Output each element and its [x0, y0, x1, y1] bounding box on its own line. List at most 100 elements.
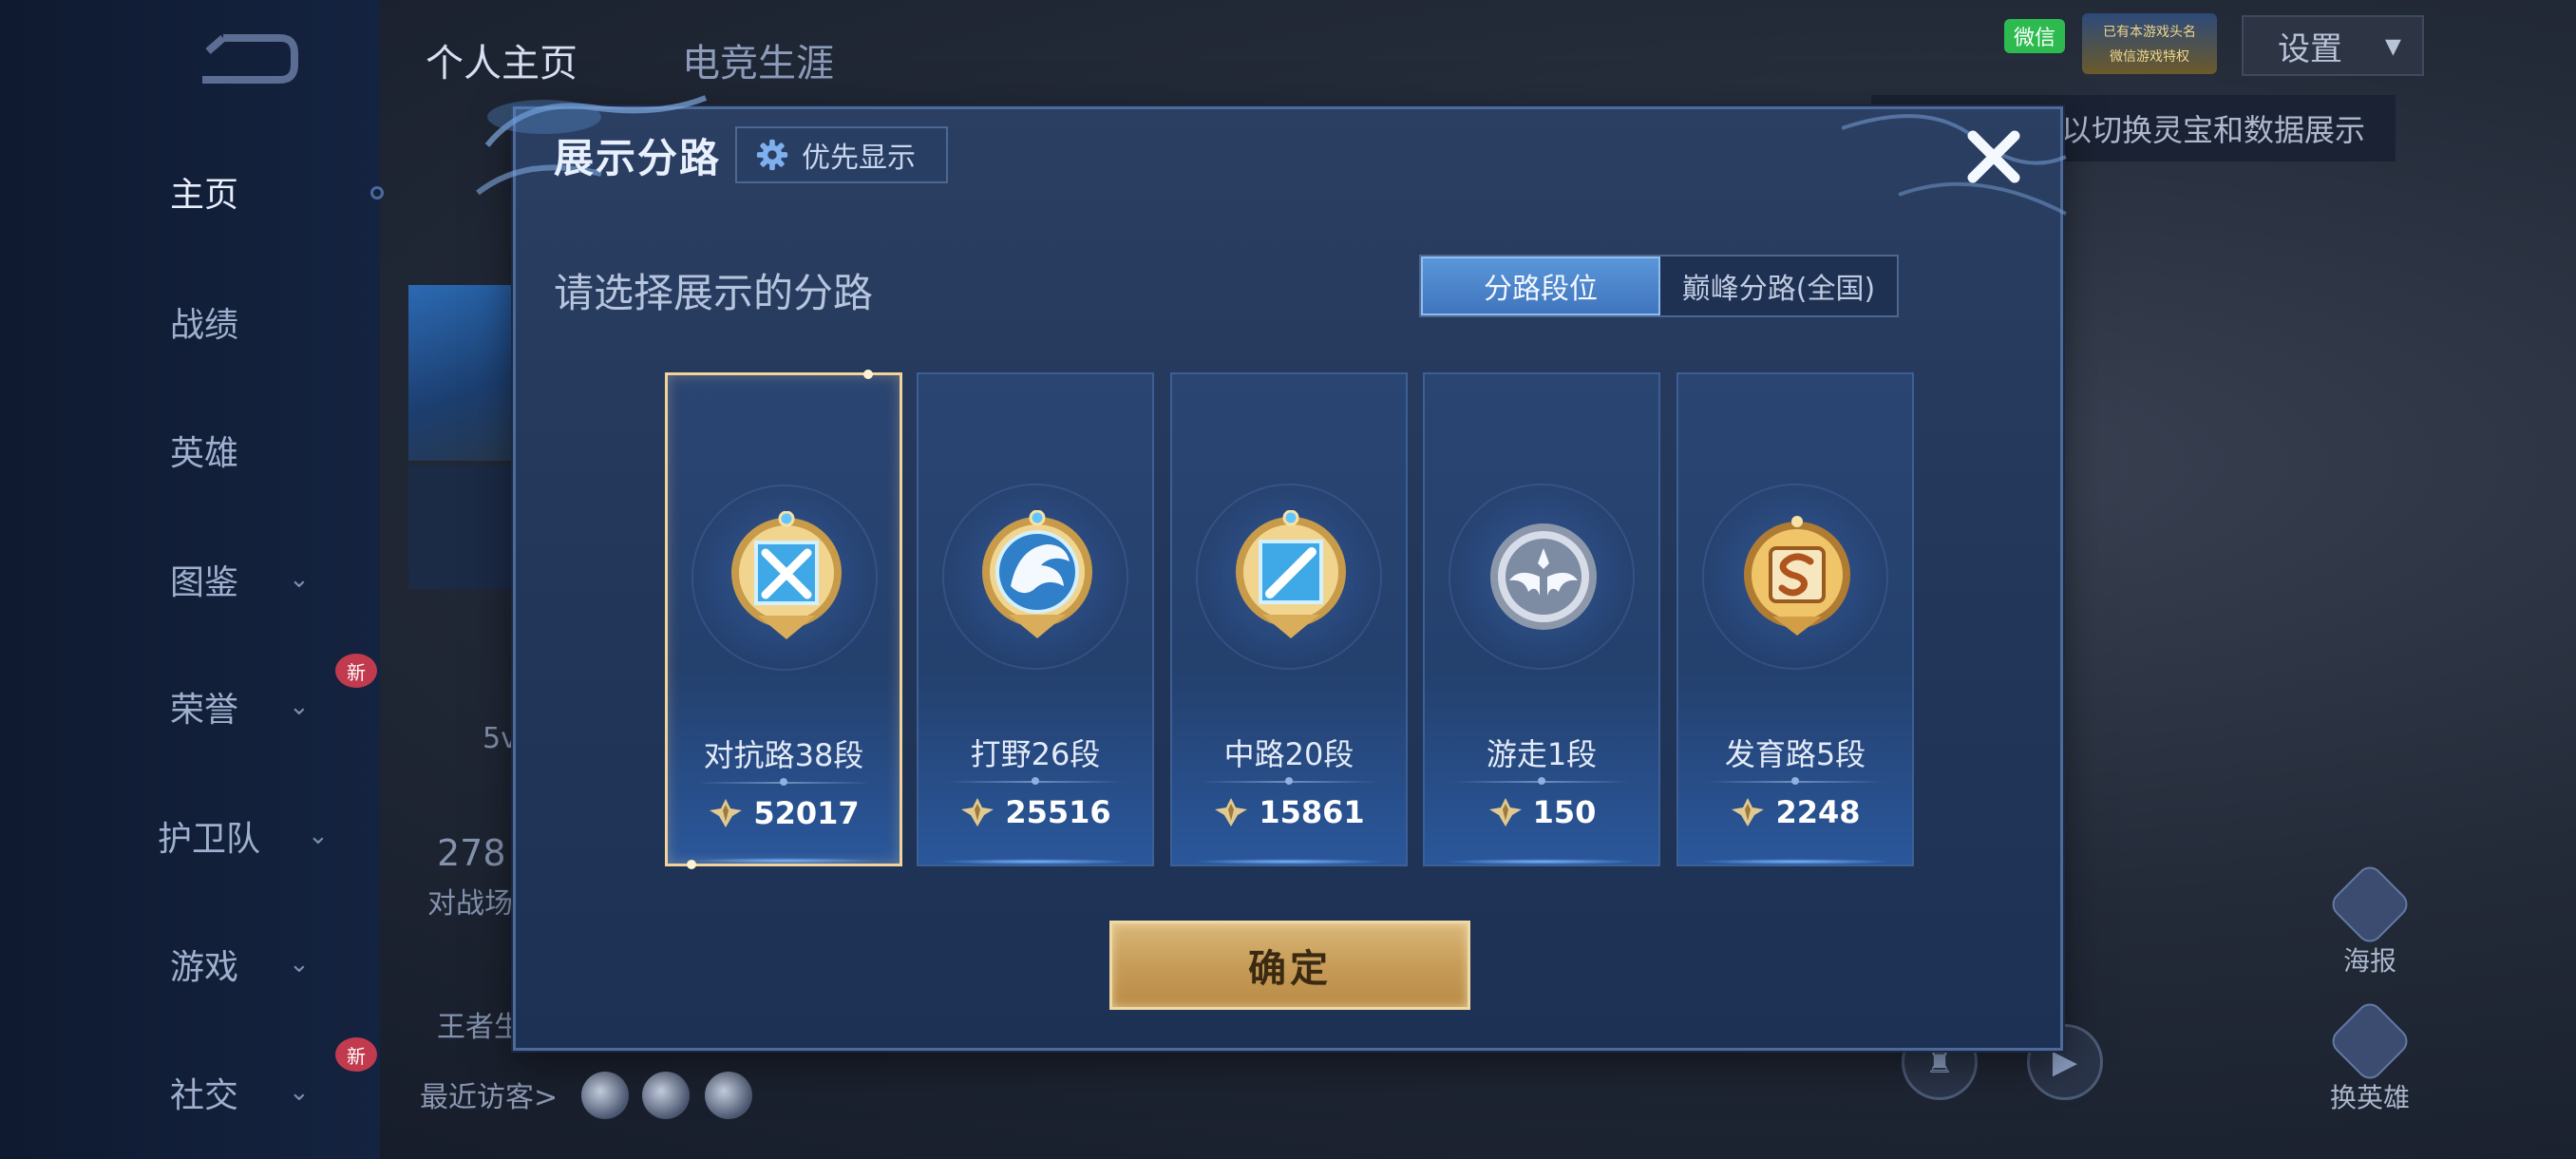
lane-card-jungle[interactable]: 打野26段 25516 — [917, 372, 1154, 866]
partial-text: 对战场 — [427, 887, 513, 921]
power-icon — [1732, 798, 1765, 826]
confirm-button[interactable]: 确定 — [1109, 921, 1470, 1010]
card-divider — [1707, 777, 1884, 785]
new-badge: 新 — [335, 1037, 377, 1072]
toggle-lane-rank[interactable]: 分路段位 — [1421, 256, 1660, 315]
settings-button[interactable]: 设置 ▾ — [2242, 15, 2424, 76]
sidebar-item-label: 荣誉 — [169, 691, 238, 730]
dialog-title: 展示分路 — [554, 135, 722, 181]
sidebar-item-home[interactable]: 主页 — [161, 163, 351, 220]
visitor-avatar[interactable] — [705, 1072, 752, 1119]
card-glow — [1191, 859, 1387, 864]
sidebar-item-honor[interactable]: 荣誉 ⌄ — [161, 678, 351, 735]
poster-button[interactable]: 海报 — [2326, 861, 2414, 978]
chevron-down-icon: ⌄ — [289, 950, 310, 978]
sidebar-item-guard[interactable]: 护卫队 ⌄ — [152, 808, 342, 864]
change-hero-button[interactable]: 换英雄 — [2326, 998, 2414, 1115]
tab-profile[interactable]: 个人主页 — [426, 32, 578, 87]
lane-score-value: 52017 — [753, 795, 860, 831]
new-badge: 新 — [335, 654, 377, 688]
power-icon — [1488, 798, 1522, 826]
partial-text: 278 — [437, 832, 506, 874]
promo-line: 微信游戏特权 — [2110, 49, 2189, 65]
sidebar-item-label: 社交 — [169, 1076, 238, 1115]
poster-label: 海报 — [2342, 945, 2396, 977]
tab-esports-career[interactable]: 电竞生涯 — [682, 32, 834, 87]
mid-lane-badge-icon — [1236, 510, 1346, 638]
lane-card-mid[interactable]: 中路20段 15861 — [1170, 372, 1408, 866]
lane-card-clash[interactable]: 对抗路38段 52017 — [665, 370, 902, 869]
lane-score: 15861 — [1172, 794, 1406, 830]
sidebar-item-social[interactable]: 社交 ⌄ — [161, 1064, 351, 1121]
lane-rank-label: 游走1段 — [1486, 736, 1598, 772]
chevron-down-icon: ▾ — [2384, 27, 2401, 65]
sidebar-item-label: 英雄 — [169, 434, 238, 473]
power-icon — [961, 798, 994, 826]
gear-icon — [756, 139, 788, 171]
corner-dot-icon — [863, 370, 873, 379]
card-glow — [687, 858, 881, 864]
display-mode-toggle: 分路段位 巅峰分路(全国) — [1419, 255, 1899, 317]
sidebar-item-label: 主页 — [169, 176, 238, 215]
lane-card-farm[interactable]: 发育路5段 2248 — [1676, 372, 1914, 866]
card-divider — [696, 778, 871, 786]
background-hero-panel — [408, 285, 522, 461]
card-glow — [1697, 859, 1893, 864]
lane-select-prompt: 请选择展示的分路 — [554, 270, 874, 316]
lane-score-value: 2248 — [1775, 794, 1861, 830]
sidebar-item-codex[interactable]: 图鉴 ⌄ — [161, 551, 351, 608]
sidebar-item-label: 图鉴 — [169, 563, 238, 602]
chevron-down-icon: ⌄ — [289, 1078, 310, 1107]
chevron-down-icon: ⌄ — [308, 822, 329, 850]
change-hero-label: 换英雄 — [2329, 1082, 2410, 1113]
close-icon — [1967, 130, 2020, 183]
partial-text: 王者生 — [437, 1011, 522, 1044]
chevron-down-icon: ⌄ — [289, 565, 310, 594]
sidebar-item-label: 游戏 — [169, 948, 238, 987]
lane-rank-label: 打野26段 — [970, 736, 1101, 772]
toggle-peak-lane-national[interactable]: 巅峰分路(全国) — [1660, 256, 1897, 315]
lane-score: 25516 — [919, 794, 1152, 830]
back-icon[interactable] — [195, 30, 299, 87]
clash-lane-badge-icon — [731, 511, 842, 639]
priority-display-label: 优先显示 — [802, 142, 916, 175]
settings-label: 设置 — [2278, 29, 2342, 68]
active-indicator-icon — [370, 186, 384, 200]
chevron-down-icon: ⌄ — [289, 693, 310, 721]
power-icon — [710, 799, 743, 827]
wechat-icon[interactable]: 微信 — [2004, 19, 2065, 53]
lane-score-value: 15861 — [1259, 794, 1365, 830]
jungle-badge-icon — [982, 510, 1092, 638]
roam-badge-icon — [1490, 523, 1597, 630]
lane-rank-label: 中路20段 — [1223, 736, 1354, 772]
lane-score: 2248 — [1678, 794, 1912, 830]
promo-line: 已有本游戏头名 — [2103, 25, 2196, 40]
visitor-avatar[interactable] — [642, 1072, 690, 1119]
lane-rank-label: 对抗路38段 — [703, 737, 864, 773]
poster-icon — [2326, 861, 2414, 948]
lane-card-list: 对抗路38段 52017 打野26段 25516 中路20段 15861 游走1… — [665, 370, 1914, 869]
recent-visitors-link[interactable]: 最近访客> — [420, 1074, 558, 1115]
lane-score: 150 — [1425, 794, 1658, 830]
sidebar-item-record[interactable]: 战绩 — [161, 294, 351, 351]
lane-rank-label: 发育路5段 — [1724, 736, 1866, 772]
lane-score-value: 25516 — [1005, 794, 1111, 830]
card-glow — [1444, 859, 1639, 864]
card-divider — [1453, 777, 1630, 785]
sidebar-item-heroes[interactable]: 英雄 — [161, 422, 351, 479]
lane-card-roam[interactable]: 游走1段 150 — [1423, 372, 1660, 866]
sidebar-item-label: 护卫队 — [157, 820, 260, 859]
power-icon — [1215, 798, 1248, 826]
promo-badge[interactable]: 已有本游戏头名 微信游戏特权 — [2082, 13, 2217, 74]
priority-display-button[interactable]: 优先显示 — [735, 126, 948, 183]
visitor-avatar[interactable] — [581, 1072, 629, 1119]
lane-score-value: 150 — [1532, 794, 1597, 830]
card-glow — [938, 859, 1133, 864]
card-divider — [1201, 777, 1377, 785]
sidebar-item-games[interactable]: 游戏 ⌄ — [161, 936, 351, 993]
sidebar-item-label: 战绩 — [169, 306, 238, 345]
lane-display-dialog: 展示分路 优先显示 请选择展示的分路 分路段位 巅峰分路(全国) 对抗路38段 … — [476, 95, 2067, 1051]
lane-score: 52017 — [668, 795, 900, 831]
close-button[interactable] — [1960, 123, 2028, 191]
change-hero-icon — [2326, 998, 2414, 1085]
